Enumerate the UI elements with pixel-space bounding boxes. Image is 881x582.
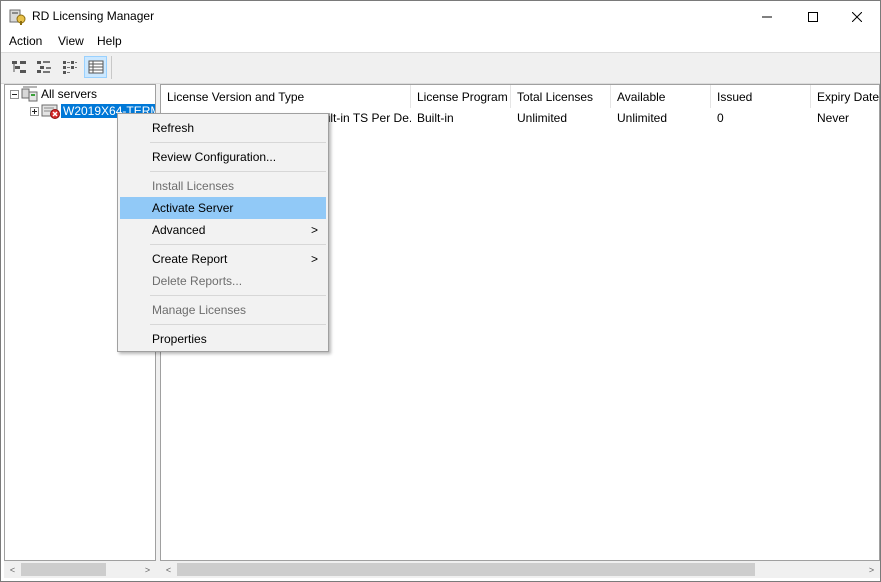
collapse-toggle[interactable] bbox=[10, 89, 19, 99]
scroll-thumb[interactable] bbox=[177, 563, 755, 576]
menu-item-install-licenses: Install Licenses bbox=[120, 175, 326, 197]
list-view-icon bbox=[62, 61, 77, 74]
menu-help[interactable]: Help bbox=[96, 34, 123, 48]
menu-item-activate-server[interactable]: Activate Server bbox=[120, 197, 326, 219]
menu-item-label: Manage Licenses bbox=[152, 303, 247, 317]
small-icons-view-icon bbox=[36, 61, 51, 73]
list-view-button[interactable] bbox=[58, 56, 81, 78]
scroll-right-icon[interactable]: > bbox=[139, 561, 156, 578]
tree-label-all-servers: All servers bbox=[41, 87, 98, 101]
column-header-available[interactable]: Available bbox=[611, 85, 711, 108]
window-title: RD Licensing Manager bbox=[32, 9, 155, 23]
maximize-button[interactable] bbox=[790, 1, 836, 32]
menu-item-label: Advanced bbox=[152, 223, 206, 237]
servers-icon bbox=[21, 86, 38, 102]
cell-available: Unlimited bbox=[617, 111, 668, 125]
column-header-license-version[interactable]: License Version and Type bbox=[161, 85, 411, 108]
cell-total-licenses: Unlimited bbox=[517, 111, 568, 125]
close-icon bbox=[852, 11, 862, 22]
rd-licensing-icon bbox=[9, 9, 26, 25]
toolbar bbox=[1, 52, 880, 84]
menu-item-review-configuration[interactable]: Review Configuration... bbox=[120, 146, 326, 168]
cell-license-program: Built-in bbox=[417, 111, 454, 125]
server-context-menu: Refresh Review Configuration... Install … bbox=[117, 113, 329, 352]
menu-separator bbox=[150, 295, 326, 296]
menu-item-label: Refresh bbox=[152, 121, 195, 135]
column-header-total-licenses[interactable]: Total Licenses bbox=[511, 85, 611, 108]
menu-item-label: Install Licenses bbox=[152, 179, 235, 193]
menu-item-label: Review Configuration... bbox=[152, 150, 277, 164]
menu-item-advanced[interactable]: Advanced > bbox=[120, 219, 326, 241]
menu-item-properties[interactable]: Properties bbox=[120, 328, 326, 350]
list-horizontal-scrollbar[interactable]: < > bbox=[160, 561, 880, 578]
column-header-license-program[interactable]: License Program bbox=[411, 85, 511, 108]
menu-separator bbox=[150, 324, 326, 325]
submenu-arrow-icon: > bbox=[310, 252, 318, 266]
minimize-button[interactable] bbox=[744, 1, 790, 32]
scroll-left-icon[interactable]: < bbox=[4, 561, 21, 578]
cell-issued: 0 bbox=[717, 111, 724, 125]
tree-view-icon bbox=[11, 61, 26, 73]
rd-licensing-manager-window: RD Licensing Manager Action View Help Al… bbox=[0, 0, 881, 582]
tree-item-all-servers[interactable]: All servers bbox=[10, 85, 99, 103]
toolbar-separator bbox=[111, 56, 112, 79]
tree-view-button[interactable] bbox=[7, 56, 30, 78]
tree-horizontal-scrollbar[interactable]: < > bbox=[4, 561, 156, 578]
menu-bar: Action View Help bbox=[1, 32, 880, 52]
menu-item-delete-reports: Delete Reports... bbox=[120, 270, 326, 292]
close-button[interactable] bbox=[834, 1, 880, 32]
menu-action[interactable]: Action bbox=[8, 34, 43, 48]
menu-item-label: Delete Reports... bbox=[152, 274, 243, 288]
menu-item-label: Properties bbox=[152, 332, 207, 346]
menu-separator bbox=[150, 171, 326, 172]
menu-view[interactable]: View bbox=[57, 34, 85, 48]
menu-item-label: Activate Server bbox=[152, 201, 234, 215]
menu-item-refresh[interactable]: Refresh bbox=[120, 117, 326, 139]
menu-separator bbox=[150, 142, 326, 143]
maximize-icon bbox=[808, 11, 818, 22]
column-header-expiry-date[interactable]: Expiry Date bbox=[811, 85, 879, 108]
server-error-icon bbox=[41, 104, 60, 119]
title-bar: RD Licensing Manager bbox=[1, 1, 880, 32]
details-view-button[interactable] bbox=[84, 56, 107, 78]
cell-expiry-date: Never bbox=[817, 111, 850, 125]
details-view-icon bbox=[88, 60, 103, 74]
minimize-icon bbox=[762, 16, 772, 17]
column-header-issued[interactable]: Issued bbox=[711, 85, 811, 108]
submenu-arrow-icon: > bbox=[310, 223, 318, 237]
menu-item-manage-licenses: Manage Licenses bbox=[120, 299, 326, 321]
scroll-left-icon[interactable]: < bbox=[160, 561, 177, 578]
expand-toggle[interactable] bbox=[30, 106, 39, 116]
scroll-thumb[interactable] bbox=[21, 563, 106, 576]
small-icons-view-button[interactable] bbox=[32, 56, 55, 78]
menu-item-label: Create Report bbox=[152, 252, 228, 266]
scroll-right-icon[interactable]: > bbox=[863, 561, 880, 578]
menu-separator bbox=[150, 244, 326, 245]
menu-item-create-report[interactable]: Create Report > bbox=[120, 248, 326, 270]
